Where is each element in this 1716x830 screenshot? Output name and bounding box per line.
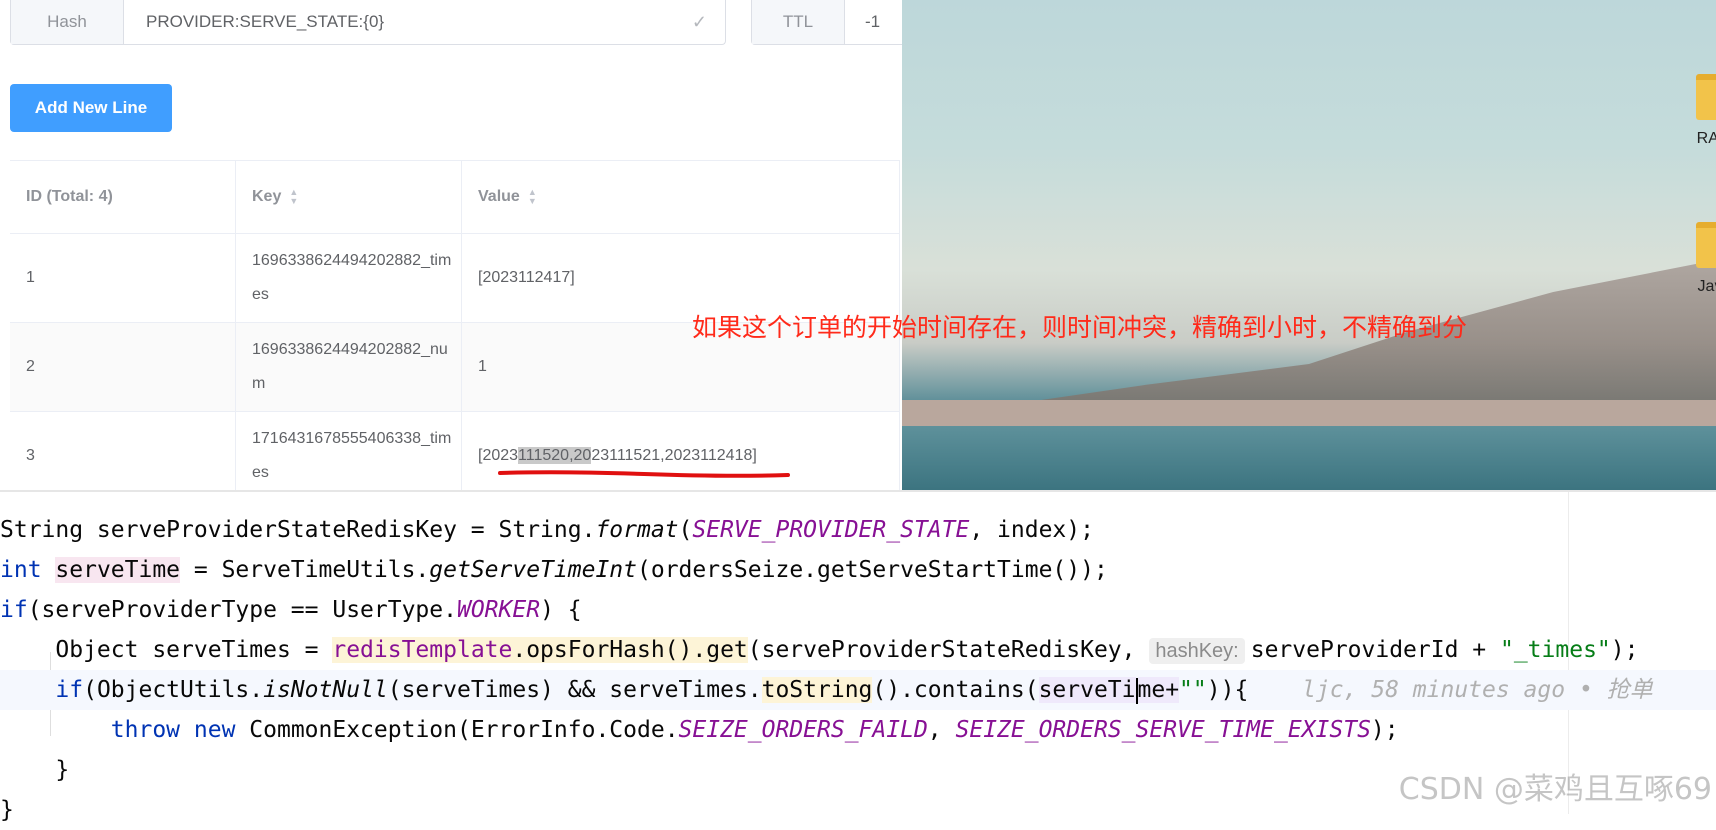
code-token: ().contains(	[872, 677, 1039, 703]
code-line-3[interactable]: if(serveProviderType == UserType.WORKER)…	[0, 590, 582, 630]
value-part: [2023	[478, 447, 519, 464]
code-token: (serveProviderStateRedisKey,	[747, 637, 1150, 663]
code-token: WORKER	[456, 597, 541, 623]
hash-key-value: PROVIDER:SERVE_STATE:{0}	[146, 12, 385, 31]
code-token: Object serveTimes =	[0, 637, 333, 663]
hash-label: Hash	[11, 0, 124, 44]
code-token: , index);	[969, 517, 1094, 543]
code-token: new	[193, 717, 236, 743]
column-header-value-label: Value	[478, 188, 520, 205]
code-line-8[interactable]: }	[0, 790, 14, 830]
row-key-text: 1696338624494202882_times	[252, 252, 452, 303]
desktop-icon-jav[interactable]: Jav	[1690, 222, 1716, 296]
code-token: )){	[1206, 677, 1249, 703]
ttl-label: TTL	[752, 0, 845, 44]
code-token: (	[678, 517, 693, 543]
code-line-1[interactable]: String serveProviderStateRedisKey = Stri…	[0, 510, 1094, 550]
annotation-text: 如果这个订单的开始时间存在，则时间冲突，精确到小时，不精确到分	[692, 313, 1468, 342]
code-token: String serveProviderStateRedisKey = Stri…	[0, 517, 596, 543]
folder-icon	[1696, 74, 1716, 120]
code-token: format	[595, 517, 679, 543]
desktop-icon-rai[interactable]: RAI	[1690, 74, 1716, 148]
folder-icon	[1696, 222, 1716, 268]
code-token: );	[1610, 637, 1639, 663]
row-id: 2	[10, 323, 236, 411]
row-key-text: 1716431678555406338_times	[252, 430, 452, 481]
desktop-wallpaper: RAI Jav	[902, 0, 1716, 490]
desktop-icon-label: RAI	[1696, 130, 1716, 147]
wallpaper-sea	[902, 426, 1716, 490]
code-token: (serveProviderType == UserType.	[27, 597, 457, 623]
code-token: .opsForHash().get	[512, 637, 748, 663]
code-token: serveTi	[1038, 677, 1136, 703]
code-token: serveTime	[55, 557, 181, 583]
check-icon[interactable]: ✓	[692, 12, 707, 33]
column-header-key-label: Key	[252, 188, 282, 205]
row-value: [2023111520,2023111521,2023112418]	[462, 412, 900, 490]
code-token: if	[0, 677, 84, 703]
code-token: ""	[1179, 677, 1207, 703]
code-token: ,	[927, 717, 956, 743]
code-token: serveProviderId +	[1250, 637, 1500, 663]
code-token: toString	[761, 677, 873, 703]
value-part: 23111521,2023112418]	[591, 447, 757, 464]
row-key-text: 1696338624494202882_num	[252, 341, 448, 392]
code-token: SERVE_PROVIDER_STATE	[692, 517, 970, 543]
code-token: CommonException(ErrorInfo.Code.	[235, 717, 679, 743]
table-row[interactable]: 3 1716431678555406338_times [2023111520,…	[10, 412, 900, 490]
table-header: ID (Total: 4) Key ▲ ▼ Value ▲ ▼	[10, 161, 900, 234]
sort-icon[interactable]: ▲ ▼	[289, 188, 298, 206]
code-editor[interactable]: String serveProviderStateRedisKey = Stri…	[0, 490, 1716, 823]
row-id: 3	[10, 412, 236, 490]
red-underline-annotation	[498, 470, 790, 478]
code-token: if	[0, 597, 28, 623]
code-token: ) {	[540, 597, 582, 623]
code-line-2[interactable]: int serveTime = ServeTimeUtils.getServeT…	[0, 550, 1108, 590]
code-line-6[interactable]: throw new CommonException(ErrorInfo.Code…	[0, 710, 1399, 750]
parameter-hint: hashKey:	[1149, 638, 1245, 664]
row-value-text: [2023111520,2023111521,2023112418]	[478, 447, 757, 465]
column-header-key[interactable]: Key ▲ ▼	[236, 161, 462, 233]
ttl-input[interactable]: -1	[845, 0, 902, 44]
row-key: 1716431678555406338_times	[236, 412, 462, 490]
row-id: 1	[10, 234, 236, 322]
code-token: "_times"	[1499, 637, 1611, 663]
code-line-4[interactable]: Object serveTimes = redisTemplate.opsFor…	[0, 630, 1638, 670]
ttl-field: TTL -1	[751, 0, 902, 45]
column-header-id: ID (Total: 4)	[10, 161, 236, 233]
code-line-5-current[interactable]: if(ObjectUtils.isNotNull(serveTimes) && …	[0, 670, 1716, 710]
row-key: 1696338624494202882_num	[236, 323, 462, 411]
hash-key-field: Hash PROVIDER:SERVE_STATE:{0} ✓	[10, 0, 726, 45]
add-new-line-button[interactable]: Add New Line	[10, 84, 172, 132]
code-token: SEIZE_ORDERS_FAILD	[678, 717, 928, 743]
desktop-icon-label: Jav	[1697, 278, 1716, 295]
row-key: 1696338624494202882_times	[236, 234, 462, 322]
hash-key-input[interactable]: PROVIDER:SERVE_STATE:{0} ✓	[124, 0, 725, 44]
redis-panel: Hash PROVIDER:SERVE_STATE:{0} ✓ TTL -1 A…	[0, 0, 902, 490]
code-line-7[interactable]: }	[0, 750, 69, 790]
code-token: );	[1370, 717, 1399, 743]
code-token: int	[0, 557, 42, 583]
code-token: SEIZE_ORDERS_SERVE_TIME_EXISTS	[955, 717, 1371, 743]
code-token: me+	[1137, 677, 1180, 703]
code-token: (ordersSeize.getServeStartTime());	[637, 557, 1108, 583]
code-token: = ServeTimeUtils.	[180, 557, 430, 583]
sort-icon[interactable]: ▲ ▼	[528, 188, 537, 206]
code-token: getServeTimeInt	[429, 557, 637, 583]
git-blame-annotation[interactable]: ljc, 58 minutes ago • 抢单	[1302, 670, 1653, 710]
watermark: CSDN @菜鸡且互啄69	[1398, 772, 1712, 807]
code-token: (ObjectUtils.	[83, 677, 264, 703]
column-header-value[interactable]: Value ▲ ▼	[462, 161, 900, 233]
code-token: (serveTimes) && serveTimes.	[387, 677, 762, 703]
code-token: redisTemplate	[332, 637, 513, 663]
code-token: isNotNull	[263, 677, 388, 703]
code-token: throw	[110, 717, 181, 743]
selected-text: 111520,20	[518, 447, 592, 464]
